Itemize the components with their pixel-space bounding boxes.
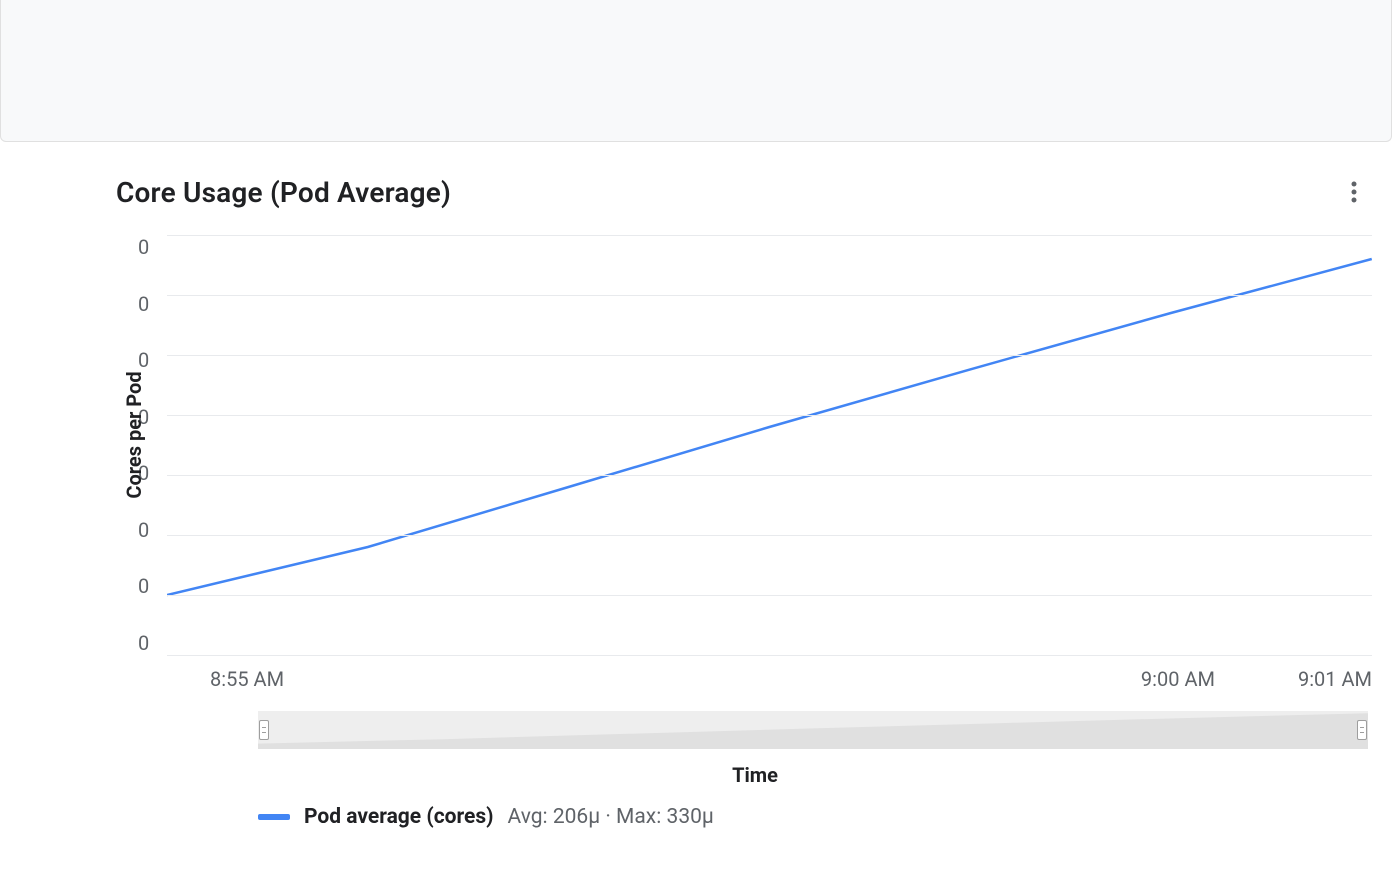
gridline <box>167 595 1372 596</box>
y-tick: 0 <box>138 294 149 314</box>
gridline <box>167 415 1372 416</box>
legend-series-stats: Avg: 206µ · Max: 330µ <box>508 805 714 829</box>
plot-area[interactable] <box>167 235 1372 655</box>
kebab-icon <box>1351 181 1357 203</box>
chart-legend: Pod average (cores) Avg: 206µ · Max: 330… <box>258 805 1372 829</box>
x-axis-ticks: 8:55 AM 9:00 AM 9:01 AM <box>210 667 1372 697</box>
chart-body: Cores per Pod 00000000 8:55 AM9:00 AM9:0… <box>20 235 1372 829</box>
x-axis-label: Time <box>138 763 1372 787</box>
y-tick: 0 <box>138 633 149 653</box>
legend-swatch <box>258 814 290 820</box>
gridline <box>167 535 1372 536</box>
time-range-slider[interactable] <box>258 711 1368 749</box>
chart-card-header: Core Usage (Pod Average) <box>20 176 1372 209</box>
y-tick: 0 <box>138 520 149 540</box>
gridline <box>167 235 1372 236</box>
gridline <box>167 355 1372 356</box>
x-tick: 8:55 AM <box>210 667 284 691</box>
gridline <box>167 295 1372 296</box>
y-tick: 0 <box>138 350 149 370</box>
x-tick: 9:00 AM <box>1141 667 1215 691</box>
x-tick: 9:01 AM <box>1298 667 1372 691</box>
y-tick: 0 <box>138 237 149 257</box>
chart-title: Core Usage (Pod Average) <box>116 176 451 209</box>
more-options-button[interactable] <box>1342 180 1366 204</box>
slider-sparkline <box>258 711 1368 749</box>
plot-container: 00000000 <box>138 235 1372 655</box>
slider-handle-right[interactable] <box>1357 720 1367 740</box>
chart-line-svg <box>167 235 1372 655</box>
y-tick: 0 <box>138 576 149 596</box>
gridline <box>167 655 1372 656</box>
legend-series-name: Pod average (cores) <box>304 805 494 829</box>
y-axis-label: Cores per Pod <box>122 371 146 498</box>
slider-handle-left[interactable] <box>259 720 269 740</box>
page-header-bar <box>0 0 1392 142</box>
chart-card: Core Usage (Pod Average) Cores per Pod 0… <box>0 142 1392 829</box>
gridline <box>167 475 1372 476</box>
